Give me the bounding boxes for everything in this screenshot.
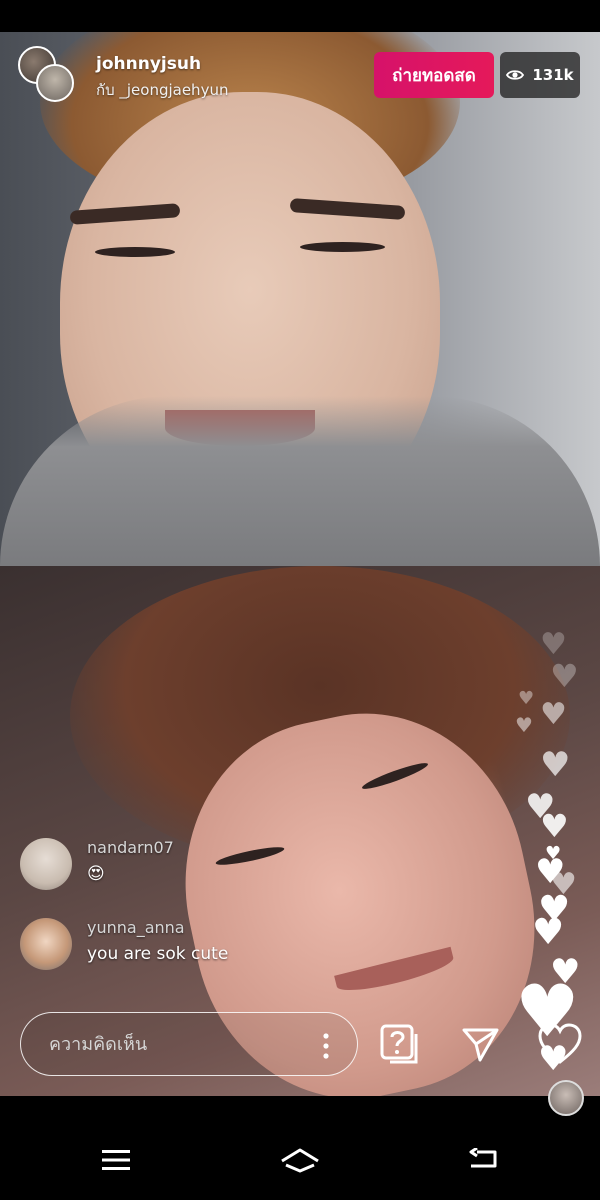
host-video: [0, 32, 600, 566]
viewer-count-badge[interactable]: 131k: [500, 52, 580, 98]
question-box-icon[interactable]: [380, 1024, 420, 1064]
menu-icon[interactable]: [96, 1140, 136, 1180]
paper-plane-icon[interactable]: [460, 1024, 500, 1064]
comment-text: 😍: [87, 864, 105, 884]
host-right-eye: [300, 242, 385, 252]
live-badge: ถ่ายทอดสด: [374, 52, 494, 98]
home-icon[interactable]: [280, 1140, 320, 1180]
comment-item[interactable]: nandarn07 😍: [20, 838, 360, 892]
host-username[interactable]: johnnyjsuh: [96, 54, 201, 74]
heart-icon[interactable]: [536, 1020, 584, 1068]
heart-icon: ♥: [540, 627, 567, 662]
system-nav-bar: [0, 1120, 600, 1200]
eye-icon: [506, 70, 525, 80]
commenter-avatar[interactable]: [20, 918, 72, 970]
heart-icon: ♥: [515, 713, 533, 737]
heart-icon: ♥: [540, 697, 567, 732]
guest-username-line[interactable]: กับ _jeongjaehyun: [96, 78, 228, 102]
viewer-count: 131k: [532, 66, 574, 84]
heart-icon: ♥: [550, 657, 579, 695]
heart-icon: ♥: [532, 912, 565, 953]
live-header: johnnyjsuh กับ _jeongjaehyun ถ่ายทอดสด 1…: [0, 40, 600, 110]
commenter-avatar[interactable]: [20, 838, 72, 890]
comment-input[interactable]: [47, 1033, 291, 1056]
heart-icon: ♥: [518, 688, 535, 709]
comment-composer[interactable]: [20, 1012, 358, 1076]
floating-hearts: ♥ ♥ ♥ ♥ ♥ ♥ ♥ ♥ ♥ ♥ ♥ ♥ ♥ ♥ ♥ ♥: [510, 627, 600, 1077]
comment-username[interactable]: yunna_anna: [87, 918, 185, 937]
more-vertical-icon[interactable]: [323, 1033, 329, 1059]
comment-username[interactable]: nandarn07: [87, 838, 174, 857]
host-left-eye: [95, 247, 175, 257]
host-avatar-stack[interactable]: [18, 46, 78, 106]
heart-icon: ♥: [540, 807, 569, 845]
back-icon[interactable]: [462, 1140, 502, 1180]
viewer-avatar[interactable]: [548, 1080, 584, 1116]
comment-text: you are sok cute: [87, 944, 229, 964]
guest-avatar[interactable]: [36, 64, 74, 102]
heart-icon: ♥: [540, 745, 571, 785]
status-bar: [0, 0, 600, 32]
comment-item[interactable]: yunna_anna you are sok cute: [20, 918, 360, 972]
host-shirt: [0, 396, 600, 566]
